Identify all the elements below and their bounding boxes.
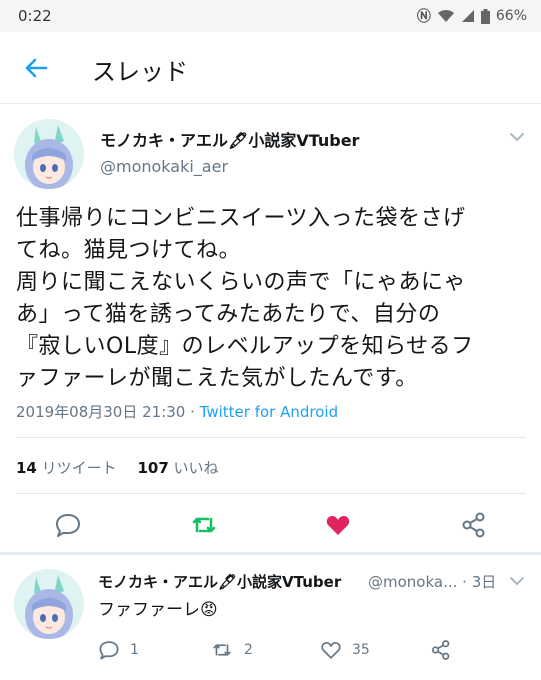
tweet-stats: 14 リツイート 107 いいね — [16, 457, 219, 478]
nfc-icon: Ⓝ — [416, 9, 431, 25]
author-handle[interactable]: @monokaki_aer — [100, 157, 228, 176]
battery-icon — [480, 8, 490, 24]
tweet-actions — [0, 505, 541, 545]
avatar-image — [14, 569, 84, 639]
reply-reply-button[interactable]: 1 — [98, 637, 139, 663]
like-count[interactable]: 107 — [137, 459, 168, 477]
page-title: スレッド — [92, 58, 188, 86]
reply-retweet-button[interactable]: 2 — [210, 637, 253, 663]
retweet-count[interactable]: 14 — [16, 459, 37, 477]
avatar[interactable] — [14, 569, 84, 639]
share-icon[interactable] — [460, 511, 488, 539]
heart-icon — [321, 642, 341, 659]
tweet-meta: 2019年08月30日 21:30 · Twitter for Android — [16, 401, 338, 422]
tweet-line: 仕事帰りにコンビニスイーツ入った袋をさげ — [16, 206, 466, 231]
tweet-line: ァファーレが聞こえた気がしたんです。 — [16, 366, 418, 391]
reply-actions: 1 2 35 — [98, 637, 518, 663]
chevron-down-icon[interactable] — [509, 129, 525, 145]
heart-icon[interactable] — [324, 511, 352, 539]
reply-tweet[interactable]: モノカキ・アエル🖋小説家VTuber @monoka... · 3日 ファファー… — [0, 555, 541, 680]
battery-level: 66% — [495, 8, 527, 24]
status-bar: 0:22 Ⓝ 66% — [0, 0, 541, 32]
tweet-line: てね。猫見つけてね。 — [16, 238, 242, 263]
author-name[interactable]: モノカキ・アエル🖋小説家VTuber — [100, 127, 359, 151]
reply-like-button[interactable]: 35 — [320, 637, 370, 663]
divider — [16, 437, 526, 438]
like-label[interactable]: いいね — [174, 459, 219, 477]
tweet-datetime: 2019年08月30日 21:30 — [16, 403, 186, 421]
share-icon — [431, 640, 450, 660]
reply-count: 1 — [130, 642, 139, 658]
meta-separator: · — [185, 403, 200, 421]
retweet-label[interactable]: リツイート — [42, 459, 117, 477]
avatar-image — [14, 119, 84, 189]
reply-retweet-count: 2 — [244, 642, 253, 658]
wifi-icon — [437, 9, 454, 22]
status-time: 0:22 — [18, 7, 52, 25]
tweet-line: 周りに聞こえないくらいの声で「にゃあにゃ — [16, 270, 467, 295]
retweet-icon[interactable] — [190, 511, 218, 539]
reply-author-handle[interactable]: @monoka... · 3日 — [368, 571, 496, 592]
tweet-body: 仕事帰りにコンビニスイーツ入った袋をさげ てね。猫見つけてね。 周りに聞こえない… — [16, 203, 531, 395]
back-arrow-icon[interactable] — [22, 54, 50, 82]
signal-icon — [461, 10, 474, 22]
retweet-icon — [213, 644, 231, 656]
avatar[interactable] — [14, 119, 84, 189]
tweet-source-link[interactable]: Twitter for Android — [200, 403, 338, 421]
reply-share-button[interactable] — [430, 637, 452, 663]
tweet-line: 『寂しいOL度』のレベルアップを知らせるフ — [16, 334, 474, 359]
reply-text: ファファーレ😡 — [98, 600, 218, 620]
reply-icon — [99, 641, 119, 660]
chevron-down-icon[interactable] — [509, 573, 525, 589]
tweet-line: あ」って猫を誘ってみたあたりで、自分の — [16, 302, 441, 327]
reply-icon[interactable] — [54, 511, 82, 539]
reply-like-count: 35 — [352, 642, 370, 658]
app-bar: スレッド — [0, 32, 541, 104]
status-icons: Ⓝ 66% — [417, 6, 527, 26]
divider — [16, 493, 526, 494]
reply-author-name[interactable]: モノカキ・アエル🖋小説家VTuber — [98, 571, 341, 592]
